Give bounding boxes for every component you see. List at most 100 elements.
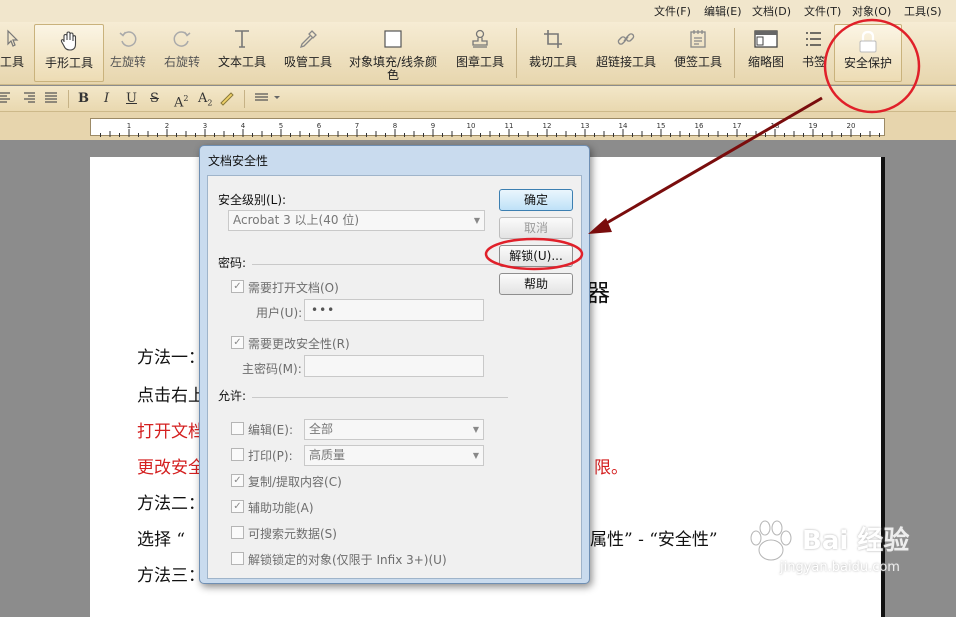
ruler-label: 16: [695, 122, 704, 130]
master-password-label: 主密码(M):: [242, 362, 302, 376]
tool-label: 吸管工具: [283, 55, 332, 69]
horizontal-ruler[interactable]: 1 2 3 4 5 6 7 8 9 10 11 12 13 14 15 16 17 18 19 20: [90, 118, 885, 137]
print-permission-select[interactable]: 高质量 ▼: [304, 445, 484, 466]
tool-label: 安全保护: [843, 56, 892, 70]
password-group-line: [252, 264, 508, 265]
ruler-label: 12: [543, 122, 552, 130]
doc-line: 方法一：: [137, 348, 205, 368]
tool-rotate-right[interactable]: 右旋转: [158, 24, 206, 82]
format-bar: B I U S A2 A2: [0, 86, 956, 112]
print-permission-value: 高质量: [309, 448, 346, 462]
tool-eyedropper[interactable]: 吸管工具: [280, 24, 336, 82]
tool-label: 对象填充/线条颜色: [348, 55, 438, 82]
ruler-label: 18: [771, 122, 780, 130]
cancel-button[interactable]: 取消: [499, 217, 573, 239]
tool-stamp[interactable]: 图章工具: [452, 24, 508, 82]
format-separator: [68, 90, 69, 108]
doc-line-fragment: 限。: [594, 458, 628, 478]
ruler-label: 17: [733, 122, 742, 130]
doc-line: 更改安全: [137, 458, 205, 478]
ruler-label: 5: [279, 122, 283, 130]
security-level-label: 安全级别(L):: [218, 193, 287, 207]
ruler-label: 3: [203, 122, 207, 130]
hand-icon: [58, 30, 80, 55]
justify-icon[interactable]: [44, 90, 58, 108]
subscript-button[interactable]: A2: [198, 90, 212, 108]
tool-text[interactable]: 文本工具: [214, 24, 270, 82]
strikethrough-button[interactable]: S: [150, 90, 159, 108]
user-password-value: •••: [311, 303, 336, 317]
edit-permission-value: 全部: [309, 422, 334, 436]
unlock-button[interactable]: 解锁(U)...: [499, 245, 573, 267]
tool-label: 左旋转: [109, 55, 146, 69]
bold-button[interactable]: B: [78, 90, 89, 108]
tool-label: 手形工具: [44, 56, 93, 70]
security-level-select[interactable]: Acrobat 3 以上(40 位) ▼: [228, 210, 485, 231]
menu-file-t[interactable]: 文件(T): [804, 3, 841, 19]
line-style-icon[interactable]: [254, 90, 282, 108]
ruler-bar: 1 2 3 4 5 6 7 8 9 10 11 12 13 14 15 16 17 18 19 20: [0, 112, 956, 140]
menu-document[interactable]: 文档(D): [752, 3, 791, 19]
copy-checkbox[interactable]: ✓: [231, 474, 244, 487]
tool-security[interactable]: 安全保护: [834, 24, 902, 82]
lock-icon: [857, 30, 879, 57]
toolbar-separator: [516, 28, 517, 78]
menu-edit[interactable]: 编辑(E): [704, 3, 742, 19]
ruler-label: 14: [619, 122, 628, 130]
menu-object[interactable]: 对象(O): [852, 3, 891, 19]
dialog-body: 安全级别(L): Acrobat 3 以上(40 位) ▼ 密码: ✓ 需要打开…: [207, 175, 582, 579]
searchable-metadata-label: 可搜索元数据(S): [248, 527, 337, 541]
tool-bookmarks[interactable]: 书签: [796, 24, 830, 82]
ruler-label: 13: [581, 122, 590, 130]
ok-button[interactable]: 确定: [499, 189, 573, 211]
paw-logo-icon: [750, 520, 792, 561]
require-change-label: 需要更改安全性(R): [248, 337, 350, 351]
user-password-input[interactable]: •••: [304, 299, 484, 321]
align-left-icon[interactable]: [0, 90, 14, 108]
dropdown-arrow-icon: ▼: [472, 451, 479, 460]
ruler-label: 20: [847, 122, 856, 130]
require-open-checkbox[interactable]: ✓: [231, 280, 244, 293]
eyedropper-icon: [298, 29, 318, 52]
tool-hand[interactable]: 手形工具: [34, 24, 104, 82]
help-button[interactable]: 帮助: [499, 273, 573, 295]
tool-fill-color[interactable]: 对象填充/线条颜色: [344, 24, 442, 82]
italic-button[interactable]: I: [104, 90, 109, 108]
unlock-objects-checkbox[interactable]: [231, 552, 244, 565]
print-checkbox[interactable]: [231, 448, 244, 461]
doc-line: 打开文档: [137, 422, 205, 442]
tool-label: 缩略图: [747, 55, 784, 69]
permissions-group-line: [252, 397, 508, 398]
align-right-icon[interactable]: [22, 90, 36, 108]
tool-thumbnails[interactable]: 缩略图: [742, 24, 790, 82]
tool-hyperlink[interactable]: 超链接工具: [592, 24, 660, 82]
tool-crop[interactable]: 裁切工具: [524, 24, 582, 82]
highlight-icon[interactable]: [218, 90, 236, 108]
require-open-label: 需要打开文档(O): [248, 281, 339, 295]
doc-line: 选择 “: [137, 530, 186, 550]
watermark-brand: Bai 经验: [802, 526, 910, 556]
doc-line: 点击右上: [137, 386, 205, 406]
edit-checkbox[interactable]: [231, 422, 244, 435]
menu-tools[interactable]: 工具(S): [904, 3, 942, 19]
underline-button[interactable]: U: [126, 90, 137, 108]
accessibility-checkbox[interactable]: ✓: [231, 500, 244, 513]
ruler-label: 11: [505, 122, 514, 130]
require-change-checkbox[interactable]: ✓: [231, 336, 244, 349]
note-icon: [688, 29, 708, 52]
watermark-url: jingyan.baidu.com: [780, 560, 900, 575]
tool-label: 文本工具: [217, 55, 266, 69]
master-password-input[interactable]: [304, 355, 484, 377]
tool-pointer[interactable]: 工具: [0, 24, 32, 82]
superscript-button[interactable]: A2: [174, 90, 188, 110]
tool-note[interactable]: 便签工具: [670, 24, 726, 82]
tool-rotate-left[interactable]: 左旋转: [106, 24, 150, 82]
accessibility-label: 辅助功能(A): [248, 501, 314, 515]
edit-permission-select[interactable]: 全部 ▼: [304, 419, 484, 440]
ruler-label: 2: [165, 122, 169, 130]
doc-line: 方法三：: [137, 566, 205, 586]
ruler-ticks: 1 2 3 4 5 6 7 8 9 10 11 12 13 14 15 16 17 18 19 20: [100, 122, 880, 137]
doc-line: 方法二：: [137, 494, 205, 514]
menu-file[interactable]: 文件(F): [654, 3, 691, 19]
searchable-metadata-checkbox[interactable]: [231, 526, 244, 539]
